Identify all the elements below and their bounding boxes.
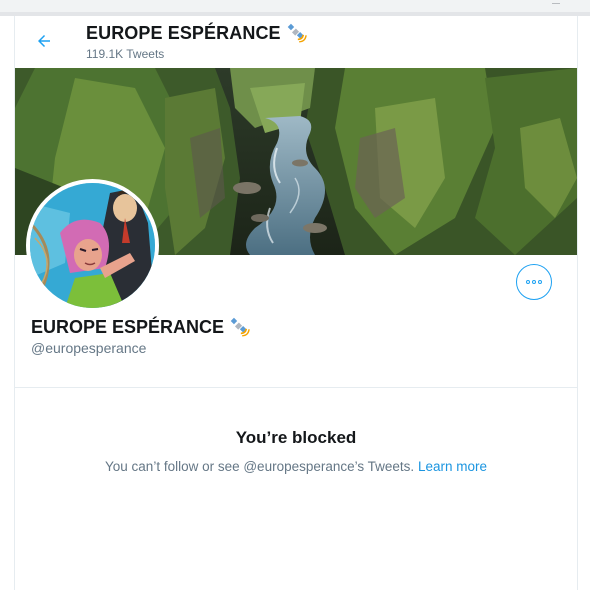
blocked-message-text: You can’t follow or see @europesperance’…	[105, 459, 415, 474]
satellite-icon	[287, 23, 307, 43]
more-options-button[interactable]	[516, 264, 552, 300]
blocked-title: You’re blocked	[235, 428, 357, 447]
header-title: EUROPE ESPÉRANCE	[86, 22, 307, 44]
header-name-text: EUROPE ESPÉRANCE	[86, 22, 281, 43]
more-dots-icon-dot3	[538, 280, 542, 284]
more-dots-icon-dot2	[532, 280, 536, 284]
avatar[interactable]	[30, 183, 155, 308]
tweet-count: 119.1K Tweets	[86, 47, 165, 61]
avatar-image	[30, 183, 155, 308]
back-button[interactable]	[31, 28, 57, 54]
profile-column: EUROPE ESPÉRANCE 119.1K Tweets EUROPE ES…	[14, 16, 578, 590]
more-dots-icon	[526, 280, 530, 284]
blocked-message: You can’t follow or see @europesperance’…	[15, 459, 577, 474]
profile-header: EUROPE ESPÉRANCE 119.1K Tweets	[15, 16, 577, 68]
arrow-left-icon	[38, 35, 50, 47]
satellite-icon	[230, 317, 250, 337]
section-divider	[15, 387, 577, 388]
profile-display-name: EUROPE ESPÉRANCE	[31, 316, 250, 338]
learn-more-link[interactable]: Learn more	[418, 459, 487, 474]
profile-name-text: EUROPE ESPÉRANCE	[31, 316, 225, 337]
browser-menu-icon[interactable]	[552, 0, 560, 4]
browser-toolbar	[0, 0, 590, 12]
profile-handle: @europesperance	[31, 340, 147, 356]
avatar-ring	[26, 179, 159, 312]
